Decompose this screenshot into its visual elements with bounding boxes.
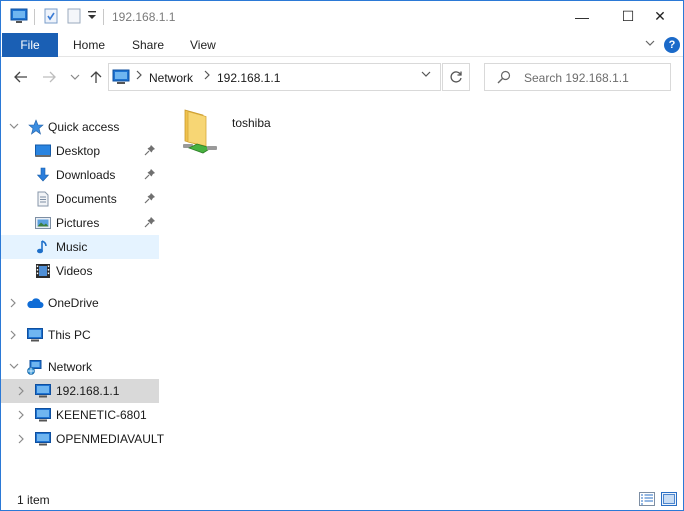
chevron-right-icon[interactable] [17, 410, 25, 423]
titlebar-separator [34, 9, 35, 25]
sidebar-item-this-pc[interactable]: This PC [1, 323, 159, 347]
breadcrumb-network[interactable]: Network [149, 71, 193, 85]
refresh-button[interactable] [442, 63, 470, 91]
network-icon [27, 359, 43, 375]
navigation-pane: Quick access Desktop Downloads Documents… [1, 105, 164, 485]
search-input[interactable]: Search 192.168.1.1 [484, 63, 671, 91]
sidebar-item-network[interactable]: Network [1, 355, 159, 379]
sidebar-item-label: Pictures [56, 216, 100, 230]
sidebar-item-label: Music [56, 240, 88, 254]
up-button[interactable] [86, 67, 106, 87]
properties-icon[interactable] [44, 8, 58, 24]
chevron-right-icon[interactable] [9, 298, 17, 311]
sidebar-item-label: Network [48, 360, 93, 374]
chevron-right-icon[interactable] [17, 386, 25, 399]
this-pc-icon [27, 327, 43, 343]
sidebar-item-192-168-1-1[interactable]: 192.168.1.1 [1, 379, 159, 403]
window-title: 192.168.1.1 [112, 10, 176, 24]
pin-icon[interactable] [144, 192, 156, 204]
list-item[interactable]: toshiba [181, 102, 291, 158]
file-name: toshiba [232, 116, 271, 130]
file-explorer-window: 192.168.1.1 — ☐ ✕ File Home Share View ? [0, 0, 684, 511]
details-view-icon[interactable] [639, 492, 655, 506]
pin-icon[interactable] [144, 168, 156, 180]
sidebar-item-downloads[interactable]: Downloads [1, 163, 159, 187]
pictures-icon [35, 215, 51, 231]
minimize-button[interactable]: — [559, 1, 605, 32]
sidebar-item-onedrive[interactable]: OneDrive [1, 291, 159, 315]
network-computer-icon [35, 407, 51, 423]
computer-icon[interactable] [10, 8, 28, 24]
customize-toolbar-icon[interactable] [87, 9, 97, 21]
search-placeholder: Search 192.168.1.1 [524, 71, 629, 85]
downloads-icon [35, 167, 51, 183]
sidebar-item-quick-access[interactable]: Quick access [1, 115, 159, 139]
tab-share[interactable]: Share [132, 33, 164, 57]
tab-file[interactable]: File [2, 33, 58, 57]
chevron-down-icon[interactable] [9, 122, 19, 133]
new-folder-icon[interactable] [67, 8, 81, 24]
sidebar-item-music[interactable]: Music [1, 235, 159, 259]
search-icon [497, 70, 511, 87]
sidebar-item-label: OneDrive [48, 296, 99, 310]
documents-icon [35, 191, 51, 207]
help-button[interactable]: ? [664, 37, 680, 53]
sidebar-item-label: Downloads [56, 168, 116, 182]
network-computer-icon [112, 69, 130, 88]
title-bar: 192.168.1.1 — ☐ ✕ [1, 1, 683, 33]
sidebar-item-documents[interactable]: Documents [1, 187, 159, 211]
onedrive-cloud-icon [26, 295, 44, 311]
navigation-bar: Network 192.168.1.1 Search 192.168.1.1 [1, 58, 683, 96]
breadcrumb-current[interactable]: 192.168.1.1 [217, 71, 280, 85]
network-computer-icon [35, 383, 51, 399]
address-bar[interactable]: Network 192.168.1.1 [108, 63, 441, 91]
pin-icon[interactable] [144, 216, 156, 228]
close-button[interactable]: ✕ [637, 1, 683, 32]
recent-locations-button[interactable] [65, 67, 85, 87]
sidebar-item-label: Quick access [48, 120, 120, 134]
music-icon [35, 239, 51, 255]
sidebar-item-label: KEENETIC-6801 [56, 408, 147, 422]
chevron-right-icon[interactable] [9, 330, 17, 343]
sidebar-item-desktop[interactable]: Desktop [1, 139, 159, 163]
sidebar-item-label: Documents [56, 192, 117, 206]
tab-view[interactable]: View [190, 33, 216, 57]
sidebar-item-label: Videos [56, 264, 93, 278]
chevron-down-icon[interactable] [9, 362, 19, 373]
sidebar-item-openmediavault[interactable]: OPENMEDIAVAULT [1, 427, 164, 451]
sidebar-item-videos[interactable]: Videos [1, 259, 159, 283]
sidebar-item-label: 192.168.1.1 [56, 384, 120, 398]
tab-home[interactable]: Home [73, 33, 105, 57]
forward-button[interactable] [39, 67, 59, 87]
network-computer-icon [35, 431, 51, 447]
sidebar-item-keenetic-6801[interactable]: KEENETIC-6801 [1, 403, 159, 427]
status-bar: 1 item [1, 487, 683, 510]
sidebar-item-label: OPENMEDIAVAULT [56, 432, 165, 446]
ribbon-tabs: File Home Share View ? [1, 33, 683, 57]
star-icon [28, 119, 44, 135]
breadcrumb-separator-icon[interactable] [135, 70, 143, 83]
titlebar-separator [103, 9, 104, 25]
item-count: 1 item [17, 493, 50, 507]
pin-icon[interactable] [144, 144, 156, 156]
large-icons-view-icon[interactable] [661, 492, 677, 506]
address-dropdown-icon[interactable] [421, 70, 431, 81]
network-share-folder-icon [181, 106, 219, 157]
expand-ribbon-icon[interactable] [645, 38, 655, 50]
breadcrumb-separator-icon[interactable] [203, 70, 211, 83]
sidebar-item-pictures[interactable]: Pictures [1, 211, 159, 235]
sidebar-item-label: This PC [48, 328, 91, 342]
chevron-right-icon[interactable] [17, 434, 25, 447]
sidebar-item-label: Desktop [56, 144, 101, 158]
desktop-icon [35, 143, 51, 159]
back-button[interactable] [11, 67, 31, 87]
file-list: toshiba [163, 96, 683, 476]
videos-icon [35, 263, 51, 279]
